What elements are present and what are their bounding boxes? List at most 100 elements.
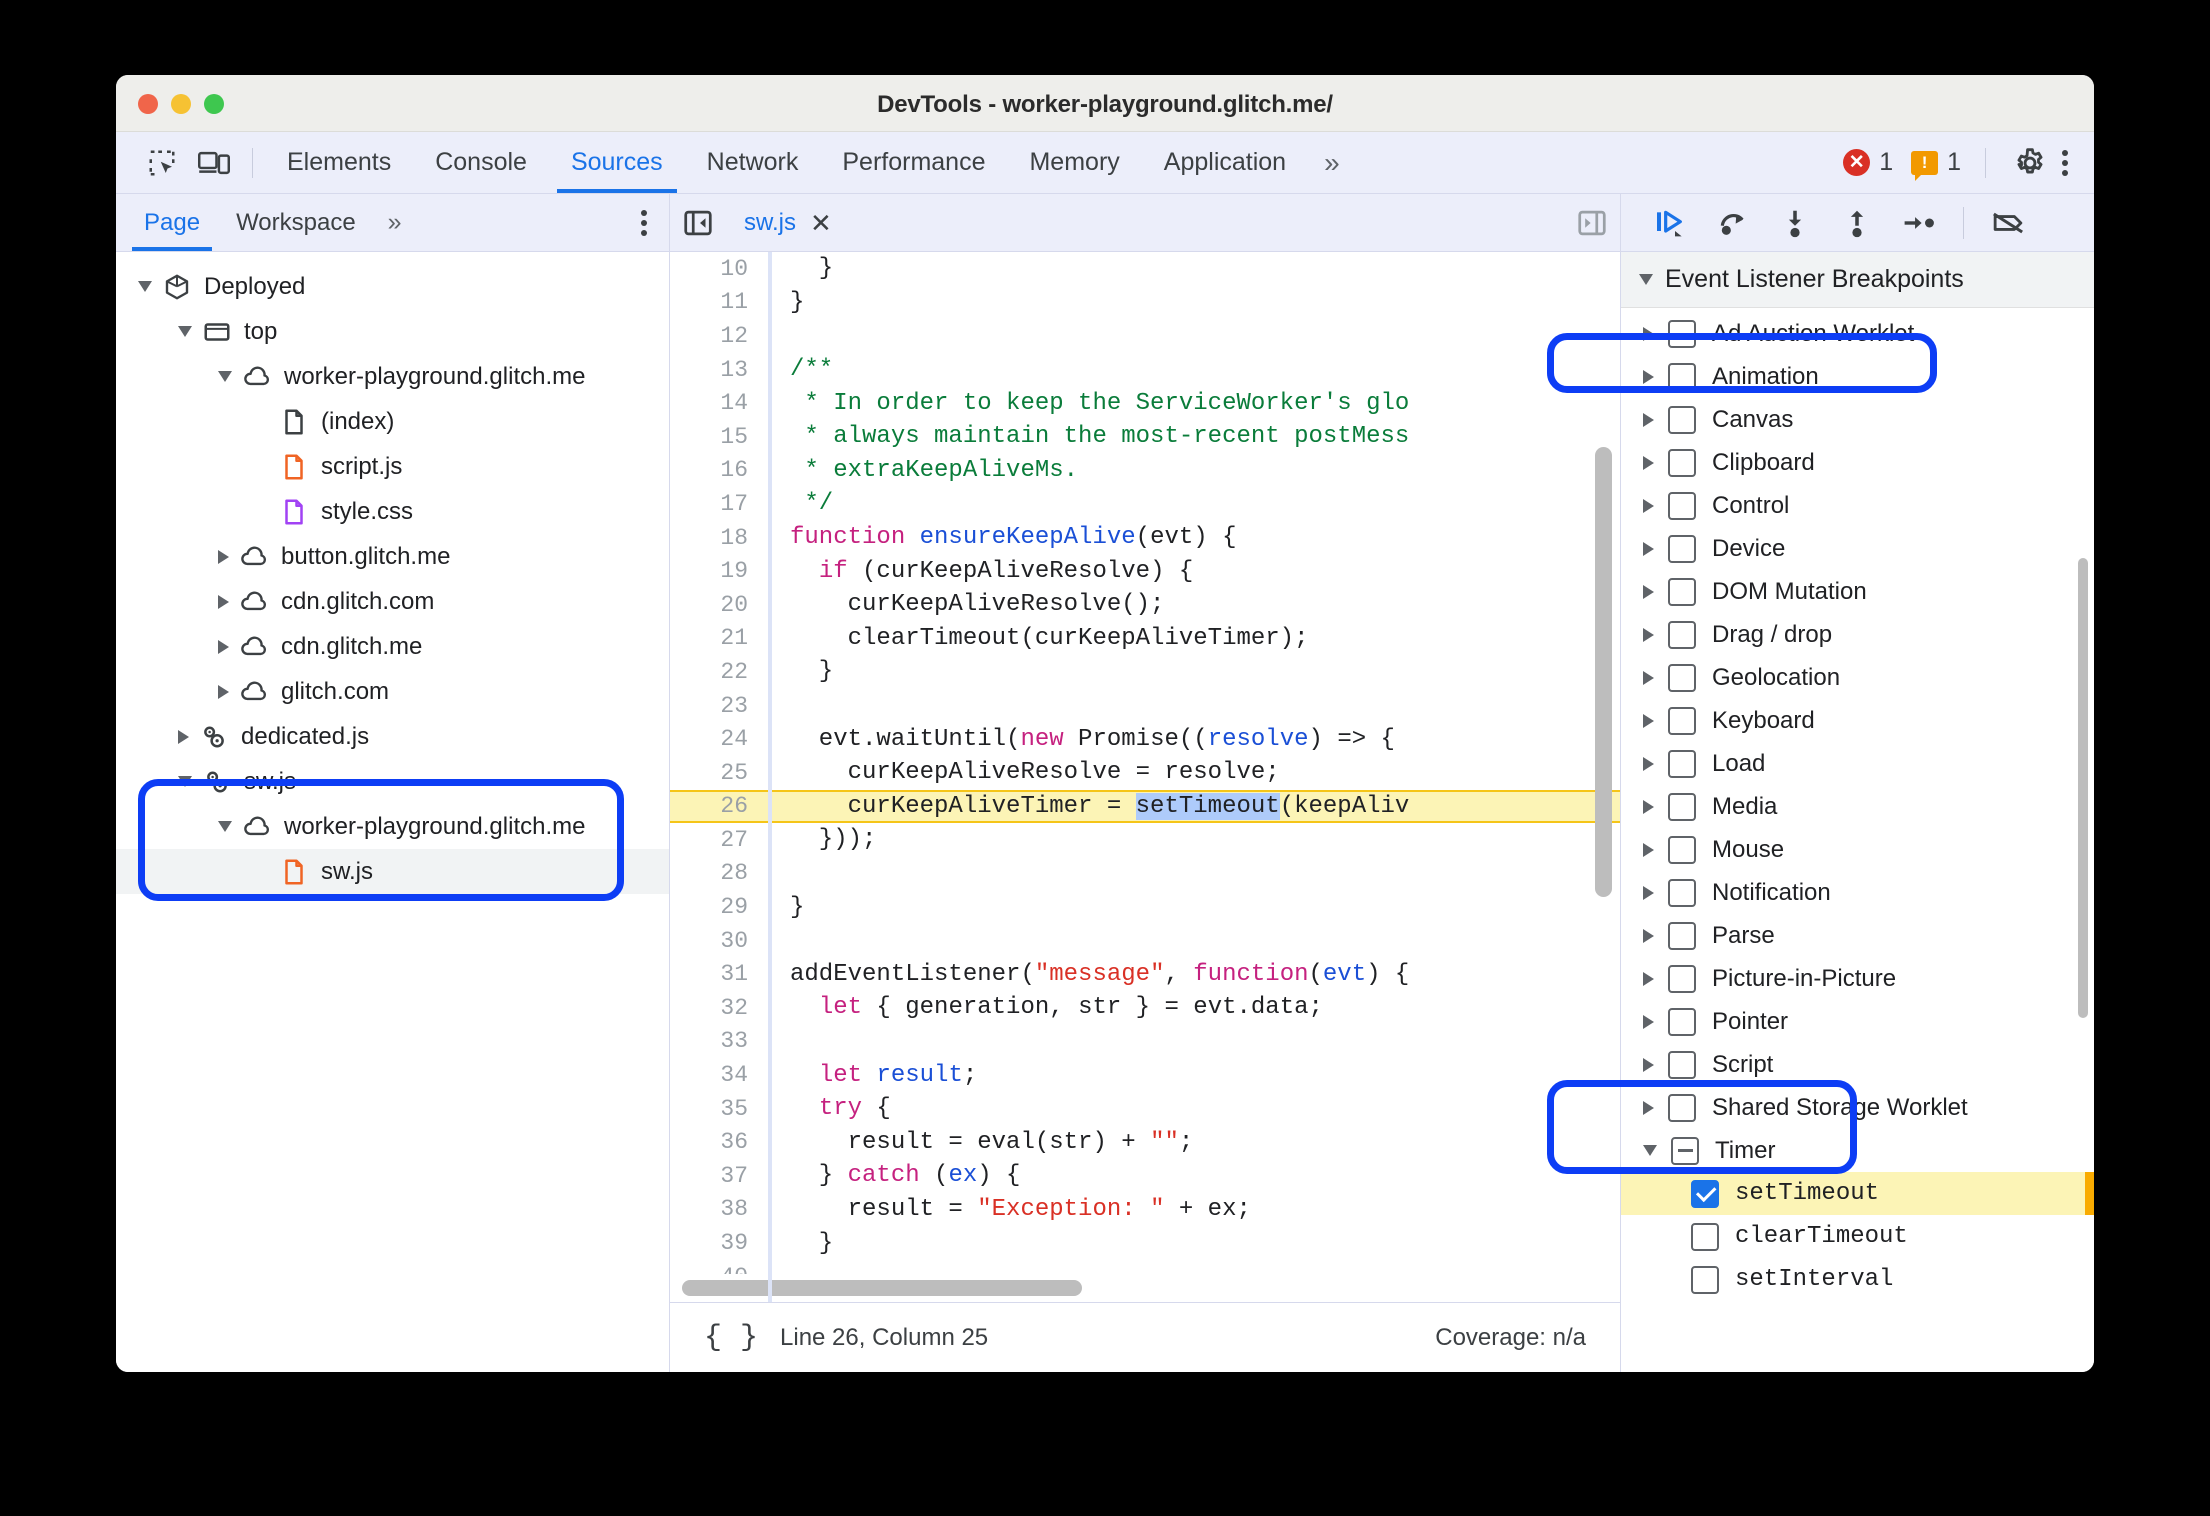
line-number[interactable]: 21 [670, 625, 768, 651]
breakpoint-item-picture-in-picture[interactable]: Picture-in-Picture [1621, 957, 2094, 1000]
chevron-right-icon[interactable] [1643, 584, 1654, 599]
breakpoint-checkbox[interactable] [1691, 1222, 1719, 1251]
more-tabs-chevron-icon[interactable]: » [1308, 147, 1356, 179]
breakpoint-checkbox[interactable] [1668, 534, 1696, 563]
warning-count-button[interactable]: ! 1 [1905, 148, 1967, 181]
step-out-icon[interactable] [1829, 200, 1885, 246]
line-number[interactable]: 23 [670, 693, 768, 719]
breakpoint-checkbox[interactable] [1668, 749, 1696, 778]
code-vertical-scrollbar[interactable] [1595, 447, 1612, 897]
close-icon[interactable]: ✕ [810, 210, 832, 236]
chevron-right-icon[interactable] [1643, 1057, 1654, 1072]
chevron-right-icon[interactable] [1643, 455, 1654, 470]
breakpoint-checkbox[interactable] [1668, 405, 1696, 434]
breakpoint-checkbox[interactable] [1668, 577, 1696, 606]
navigator-kebab-menu-icon[interactable] [641, 206, 647, 240]
line-number[interactable]: 38 [670, 1196, 768, 1222]
line-number[interactable]: 35 [670, 1096, 768, 1122]
line-number[interactable]: 22 [670, 659, 768, 685]
tree-item-button-glitch-me[interactable]: button.glitch.me [116, 534, 669, 579]
breakpoint-item-script[interactable]: Script [1621, 1043, 2094, 1086]
breakpoint-checkbox[interactable] [1668, 1007, 1696, 1036]
tab-network[interactable]: Network [685, 132, 821, 193]
breakpoint-item-device[interactable]: Device [1621, 527, 2094, 570]
chevron-right-icon[interactable] [218, 549, 229, 564]
line-number[interactable]: 26 [670, 793, 768, 819]
breakpoint-item-dom-mutation[interactable]: DOM Mutation [1621, 570, 2094, 613]
chevron-right-icon[interactable] [218, 594, 229, 609]
breakpoint-item-cleartimeout[interactable]: clearTimeout [1621, 1215, 2094, 1258]
breakpoint-item-control[interactable]: Control [1621, 484, 2094, 527]
tab-console[interactable]: Console [413, 132, 549, 193]
chevron-right-icon[interactable] [1643, 842, 1654, 857]
collapse-sidebar-icon[interactable] [670, 200, 726, 246]
inspect-element-icon[interactable] [136, 141, 188, 185]
line-number[interactable]: 37 [670, 1163, 768, 1189]
chevron-right-icon[interactable] [1643, 326, 1654, 341]
tree-item-dedicated-js[interactable]: dedicated.js [116, 714, 669, 759]
tree-item-style-css[interactable]: style.css [116, 489, 669, 534]
tree-item-worker-playground-glitch-me[interactable]: worker-playground.glitch.me [116, 354, 669, 399]
line-number[interactable]: 36 [670, 1129, 768, 1155]
breakpoint-checkbox[interactable] [1668, 878, 1696, 907]
chevron-right-icon[interactable] [1643, 799, 1654, 814]
breakpoint-checkbox[interactable] [1668, 964, 1696, 993]
breakpoint-item-animation[interactable]: Animation [1621, 355, 2094, 398]
breakpoint-checkbox[interactable] [1668, 448, 1696, 477]
chevron-right-icon[interactable] [1643, 541, 1654, 556]
line-number[interactable]: 28 [670, 860, 768, 886]
breakpoint-item-notification[interactable]: Notification [1621, 871, 2094, 914]
breakpoint-item-settimeout[interactable]: setTimeout [1621, 1172, 2094, 1215]
tree-item-cdn-glitch-me[interactable]: cdn.glitch.me [116, 624, 669, 669]
line-number[interactable]: 20 [670, 592, 768, 618]
breakpoint-item-ad-auction-worklet[interactable]: Ad Auction Worklet [1621, 312, 2094, 355]
chevron-down-icon[interactable] [218, 371, 232, 382]
breakpoint-item-canvas[interactable]: Canvas [1621, 398, 2094, 441]
chevron-down-icon[interactable] [178, 776, 192, 787]
line-number[interactable]: 29 [670, 894, 768, 920]
step-icon[interactable] [1891, 200, 1947, 246]
chevron-right-icon[interactable] [218, 639, 229, 654]
breakpoint-checkbox[interactable] [1668, 835, 1696, 864]
line-number[interactable]: 12 [670, 323, 768, 349]
breakpoint-item-clipboard[interactable]: Clipboard [1621, 441, 2094, 484]
code-viewer[interactable]: 10 } 11} 12 13/** 14 * In order to keep the … [670, 252, 1620, 1302]
step-into-icon[interactable] [1767, 200, 1823, 246]
deactivate-breakpoints-icon[interactable] [1980, 200, 2036, 246]
error-count-button[interactable]: ✕ 1 [1837, 148, 1899, 177]
chevron-right-icon[interactable] [1643, 1014, 1654, 1029]
chevron-right-icon[interactable] [1643, 498, 1654, 513]
tree-item-glitch-com[interactable]: glitch.com [116, 669, 669, 714]
code-horizontal-scrollbar[interactable] [682, 1280, 1082, 1296]
line-number[interactable]: 18 [670, 525, 768, 551]
line-number[interactable]: 30 [670, 928, 768, 954]
breakpoint-item-geolocation[interactable]: Geolocation [1621, 656, 2094, 699]
line-number[interactable]: 14 [670, 390, 768, 416]
editor-tab-sw-js[interactable]: sw.js ✕ [726, 194, 850, 251]
chevron-right-icon[interactable] [1643, 369, 1654, 384]
line-number[interactable]: 40 [670, 1264, 768, 1274]
tree-item-cdn-glitch-com[interactable]: cdn.glitch.com [116, 579, 669, 624]
breakpoint-checkbox[interactable] [1668, 921, 1696, 950]
chevron-right-icon[interactable] [1643, 756, 1654, 771]
tab-elements[interactable]: Elements [265, 132, 413, 193]
chevron-right-icon[interactable] [1643, 713, 1654, 728]
navigator-more-chevron-icon[interactable]: » [374, 208, 416, 237]
breakpoint-item-load[interactable]: Load [1621, 742, 2094, 785]
breakpoint-item-parse[interactable]: Parse [1621, 914, 2094, 957]
line-number[interactable]: 33 [670, 1028, 768, 1054]
breakpoint-checkbox[interactable] [1668, 792, 1696, 821]
breakpoint-checkbox[interactable] [1671, 1136, 1699, 1165]
breakpoint-checkbox[interactable] [1668, 1093, 1696, 1122]
device-toolbar-icon[interactable] [188, 141, 240, 185]
tree-item-deployed[interactable]: Deployed [116, 264, 669, 309]
pretty-print-icon[interactable]: { } [704, 1321, 758, 1355]
line-number[interactable]: 19 [670, 558, 768, 584]
line-number[interactable]: 31 [670, 961, 768, 987]
tree-item-top[interactable]: top [116, 309, 669, 354]
breakpoint-checkbox[interactable] [1668, 491, 1696, 520]
chevron-right-icon[interactable] [178, 729, 189, 744]
breakpoint-item-timer[interactable]: Timer [1621, 1129, 2094, 1172]
line-number[interactable]: 39 [670, 1230, 768, 1256]
chevron-right-icon[interactable] [1643, 412, 1654, 427]
